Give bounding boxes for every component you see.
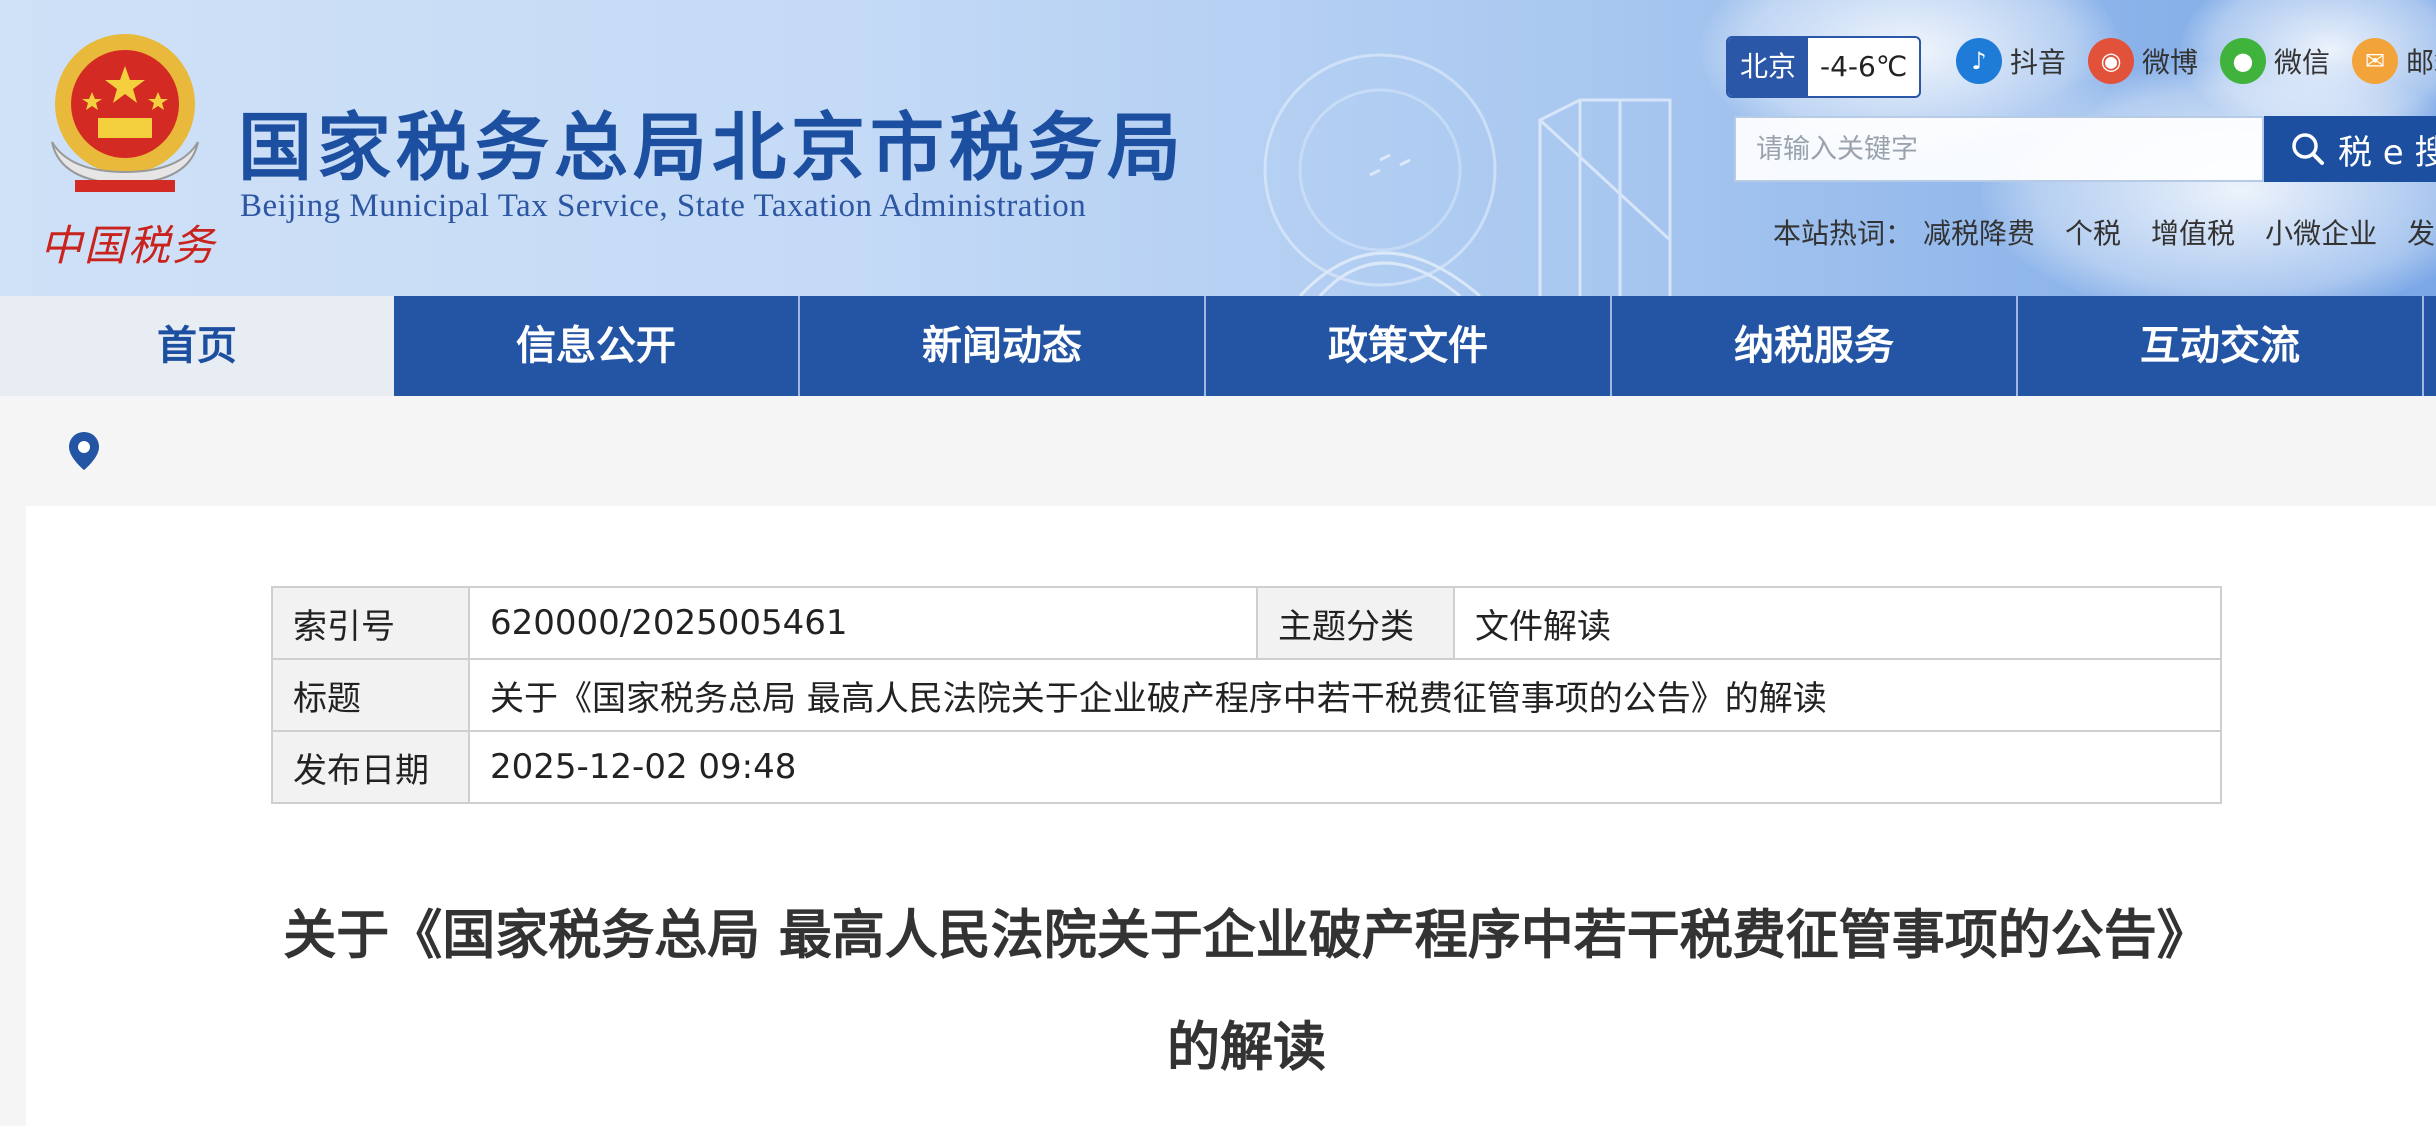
title-label: 标题 bbox=[271, 658, 470, 732]
social-label: 微博 bbox=[2142, 46, 2199, 79]
hot-words: 本站热词： 减税降费 个税 增值税 小微企业 发票 bbox=[1773, 212, 2436, 252]
social-label: 微信 bbox=[2274, 46, 2331, 79]
article-title: 关于《国家税务总局 最高人民法院关于企业破产程序中若干税费征管事项的公告》的解读 bbox=[283, 905, 2210, 1078]
search-button-label: 税 e 搜 bbox=[2338, 132, 2436, 173]
nav-item-info-disclosure[interactable]: 信息公开 bbox=[394, 296, 800, 396]
nav-item-tax-service[interactable]: 纳税服务 bbox=[1612, 296, 2018, 396]
search-button[interactable]: 税 e 搜 bbox=[2264, 116, 2436, 182]
weather-widget: 北京 -4-6℃ bbox=[1726, 36, 1922, 98]
weibo-icon: ◉ bbox=[2088, 38, 2135, 84]
nav-item-news[interactable]: 新闻动态 bbox=[800, 296, 1206, 396]
hot-word-link[interactable]: 发票 bbox=[2407, 212, 2436, 252]
nav-item-policy[interactable]: 政策文件 bbox=[1206, 296, 1612, 396]
search-icon bbox=[2292, 133, 2324, 165]
social-link-mail[interactable]: ✉ 邮箱 bbox=[2352, 38, 2436, 84]
table-row: 标题 关于《国家税务总局 最高人民法院关于企业破产程序中若干税费征管事项的公告》… bbox=[271, 658, 2222, 732]
index-label: 索引号 bbox=[271, 586, 470, 660]
social-link-douyin[interactable]: ♪ 抖音 bbox=[1956, 38, 2066, 84]
breadcrumb bbox=[0, 396, 2436, 506]
location-pin-icon bbox=[69, 432, 99, 470]
topic-value: 文件解读 bbox=[1453, 586, 2222, 660]
site-header: 中国税务 国家税务总局北京市税务局 Beijing Municipal Tax … bbox=[0, 0, 2436, 296]
document-meta-table: 索引号 620000/2025005461 主题分类 文件解读 标题 关于《国家… bbox=[271, 586, 2222, 804]
topic-label: 主题分类 bbox=[1256, 586, 1455, 660]
main-nav: 首页 信息公开 新闻动态 政策文件 纳税服务 互动交流 bbox=[0, 296, 2436, 396]
date-label: 发布日期 bbox=[271, 730, 470, 804]
nav-item-home[interactable]: 首页 bbox=[0, 296, 394, 396]
mail-icon: ✉ bbox=[2352, 38, 2399, 84]
hot-word-link[interactable]: 小微企业 bbox=[2265, 212, 2377, 252]
weather-city: 北京 bbox=[1728, 38, 1809, 96]
title-value: 关于《国家税务总局 最高人民法院关于企业破产程序中若干税费征管事项的公告》的解读 bbox=[468, 658, 2222, 732]
table-row: 发布日期 2025-12-02 09:48 bbox=[271, 730, 2222, 804]
wechat-icon: ● bbox=[2220, 38, 2267, 84]
hot-words-label: 本站热词： bbox=[1773, 217, 1914, 250]
site-title: 国家税务总局北京市税务局 bbox=[238, 105, 1186, 191]
social-link-weibo[interactable]: ◉ 微博 bbox=[2088, 38, 2198, 84]
table-row: 索引号 620000/2025005461 主题分类 文件解读 bbox=[271, 586, 2222, 660]
social-label: 邮箱 bbox=[2406, 46, 2436, 79]
search-input[interactable] bbox=[1734, 116, 2264, 182]
social-links: ♪ 抖音 ◉ 微博 ● 微信 ✉ 邮箱 bbox=[1956, 38, 2436, 84]
hot-word-link[interactable]: 个税 bbox=[2065, 212, 2121, 252]
index-value: 620000/2025005461 bbox=[468, 586, 1258, 660]
douyin-icon: ♪ bbox=[1956, 38, 2002, 84]
nav-item-interaction[interactable]: 互动交流 bbox=[2018, 296, 2424, 396]
hot-word-link[interactable]: 减税降费 bbox=[1923, 212, 2035, 252]
site-subtitle: Beijing Municipal Tax Service, State Tax… bbox=[240, 188, 1087, 224]
emblem-caption: 中国税务 bbox=[40, 221, 217, 270]
social-label: 抖音 bbox=[2010, 46, 2067, 79]
date-value: 2025-12-02 09:48 bbox=[468, 730, 2222, 804]
skyline-decoration bbox=[1263, 53, 1672, 296]
weather-temperature: -4-6℃ bbox=[1820, 50, 1908, 83]
hot-word-link[interactable]: 增值税 bbox=[2151, 212, 2235, 252]
social-link-wechat[interactable]: ● 微信 bbox=[2220, 38, 2330, 84]
